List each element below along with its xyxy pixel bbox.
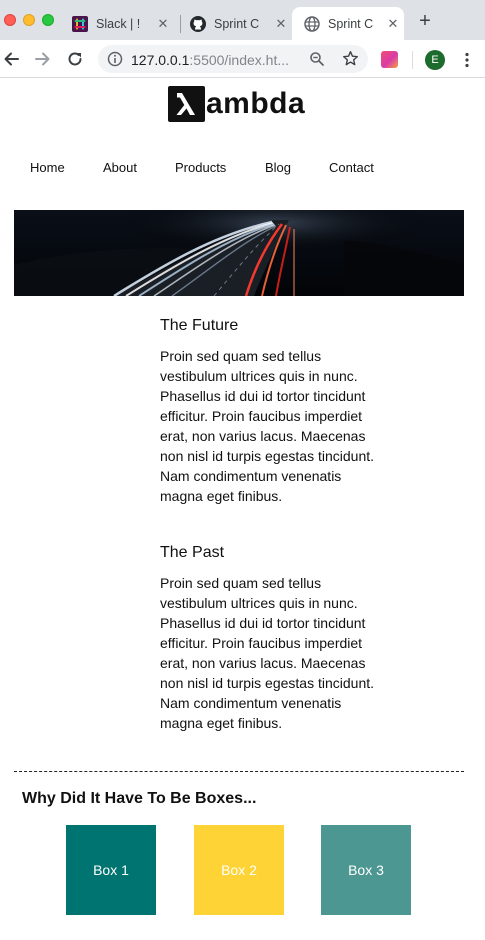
section-divider [14,771,464,772]
browser-toolbar: 127.0.0.1:5500/index.ht... E [0,40,485,78]
nav-link-contact[interactable]: Contact [329,160,374,175]
box-1: Box 1 [66,825,156,915]
article-heading: The Future [160,317,239,334]
browser-tab-slack[interactable]: Slack | ! ✕ [72,7,170,40]
tab-separator [180,15,181,33]
url-host: 127.0.0.1 [131,52,190,68]
minimize-window-button[interactable] [23,14,35,26]
github-icon [190,15,206,32]
back-arrow-icon[interactable] [2,49,22,69]
nav-link-products[interactable]: Products [175,160,226,175]
forward-arrow-icon[interactable] [32,49,52,69]
article-body: Proin sed quam sed tellus vestibulum ult… [160,348,375,504]
maximize-window-button[interactable] [42,14,54,26]
hero-image [14,210,464,296]
toolbar-separator [412,51,413,69]
logo-text: ambda [206,87,306,120]
profile-avatar[interactable]: E [425,50,445,70]
address-bar[interactable]: 127.0.0.1:5500/index.ht... [98,45,368,73]
menu-kebab-icon[interactable] [462,52,472,68]
tab-title: Sprint C [328,16,374,31]
box-2: Box 2 [194,825,284,915]
globe-icon [304,15,320,32]
url-text: 127.0.0.1:5500/index.ht... [131,52,289,68]
boxes-section-title: Why Did It Have To Be Boxes... [22,790,257,807]
zoom-icon[interactable] [309,51,325,67]
info-icon[interactable] [107,51,123,67]
slack-icon [72,15,88,32]
main-nav: Home About Products Blog Contact [0,158,485,178]
article-past: The Past Proin sed quam sed tellus vesti… [160,543,375,733]
nav-link-about[interactable]: About [103,160,137,175]
close-window-button[interactable] [4,14,16,26]
browser-tab-github[interactable]: Sprint C ✕ [190,7,288,40]
article-future: The Future Proin sed quam sed tellus ves… [160,316,375,506]
bookmark-star-icon[interactable] [342,50,359,67]
article-body: Proin sed quam sed tellus vestibulum ult… [160,575,375,731]
box-label: Box 1 [93,862,129,878]
tab-title: Sprint C [214,16,260,31]
box-label: Box 2 [221,862,257,878]
nav-link-home[interactable]: Home [30,160,65,175]
tab-title: Slack | ! [96,16,141,31]
browser-tab-active[interactable]: Sprint C ✕ [292,7,404,40]
reload-icon[interactable] [65,49,85,69]
close-tab-icon[interactable]: ✕ [386,16,400,32]
browser-tab-bar: Slack | ! ✕ Sprint C ✕ Sprint C ✕ + [0,0,485,40]
close-tab-icon[interactable]: ✕ [156,16,170,32]
extension-icon[interactable] [381,51,398,68]
new-tab-button[interactable]: + [416,11,434,31]
close-tab-icon[interactable]: ✕ [274,16,288,32]
box-label: Box 3 [348,862,384,878]
nav-link-blog[interactable]: Blog [265,160,291,175]
article-heading: The Past [160,544,225,561]
url-path: :5500/index.ht... [189,52,290,68]
lambda-logo-icon [168,86,205,122]
box-3: Box 3 [321,825,411,915]
site-logo[interactable]: ambda [168,86,305,122]
